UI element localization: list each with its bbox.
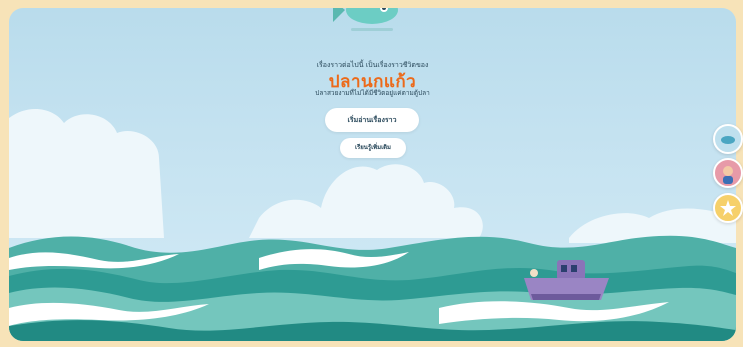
game-scene: เรื่องราวต่อไปนี้ เป็นเรื่องราวชีวิตของ … [9, 8, 736, 341]
start-reading-button[interactable]: เริ่มอ่านเรื่องราว [325, 108, 419, 132]
fish-icon [721, 136, 735, 144]
learn-more-button[interactable]: เรียนรู้เพิ่มเติม [340, 138, 406, 158]
ocean-background [9, 8, 736, 341]
diver-icon [723, 166, 733, 184]
side-button-diver[interactable] [713, 158, 743, 188]
star-icon [720, 200, 736, 216]
side-button-fish[interactable] [713, 124, 743, 154]
fish-logo [333, 8, 398, 31]
side-button-star[interactable] [713, 193, 743, 223]
story-subtitle: ปลาสวยงามที่ไม่ได้มีชีวิตอยู่แค่ตามตู้ปล… [315, 89, 430, 97]
